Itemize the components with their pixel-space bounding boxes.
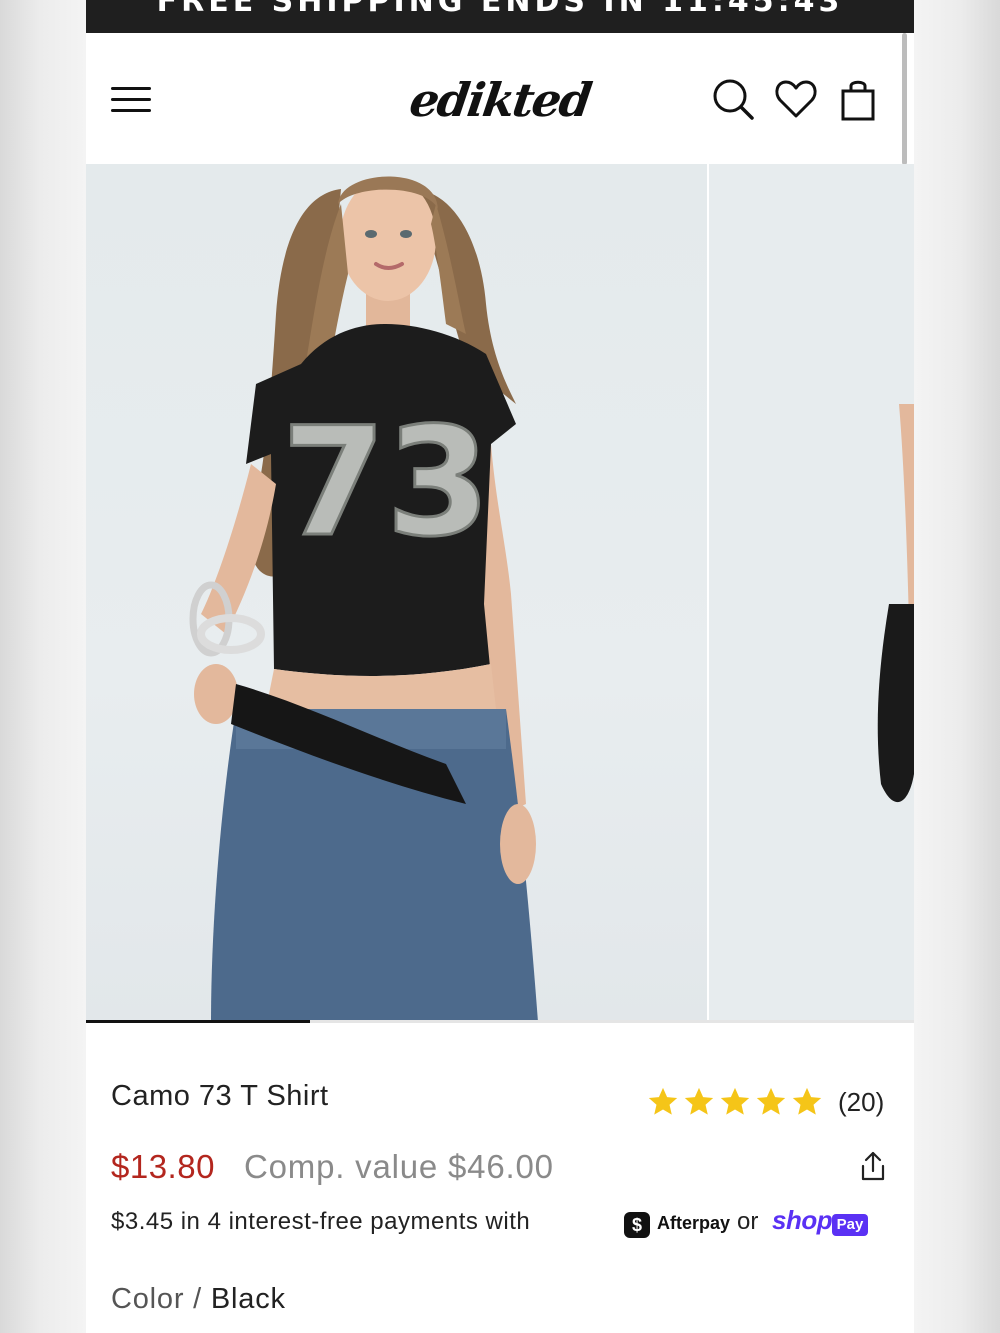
svg-text:73: 73 [282, 396, 491, 570]
or-text: or [737, 1208, 759, 1235]
hamburger-menu-icon[interactable] [111, 87, 151, 113]
compare-value: Comp. value $46.00 [244, 1148, 554, 1185]
shop-pay-label[interactable]: shop [772, 1205, 833, 1236]
star-icon [648, 1087, 678, 1115]
color-label-prefix: Color / [111, 1283, 203, 1315]
shopping-bag-icon[interactable] [836, 77, 880, 121]
star-icon [756, 1087, 786, 1115]
afterpay-badge[interactable]: $ [624, 1212, 650, 1238]
product-image-main[interactable]: 73 [86, 164, 707, 1022]
installments-text: $3.45 in 4 interest-free payments with [111, 1208, 531, 1235]
shop-pay-pill[interactable]: Pay [832, 1214, 868, 1236]
color-selector-label: Color / Black [111, 1283, 286, 1316]
review-count[interactable]: (20) [838, 1087, 884, 1118]
brand-logo[interactable]: edikted [381, 67, 618, 133]
gallery-progress-fill [86, 1020, 310, 1023]
star-icon [684, 1087, 714, 1115]
star-icon [720, 1087, 750, 1115]
gallery-progress-bar [86, 1020, 914, 1023]
product-image-gallery[interactable]: 73 [86, 164, 914, 1022]
afterpay-label[interactable]: Afterpay [657, 1213, 730, 1234]
search-icon[interactable] [711, 77, 755, 121]
announcement-text: FREE SHIPPING ENDS IN 11:45:43 [156, 0, 844, 19]
product-title: Camo 73 T Shirt [111, 1080, 329, 1112]
color-value: Black [210, 1283, 286, 1315]
phone-screen: FREE SHIPPING ENDS IN 11:45:43 edikted 7… [86, 0, 914, 1333]
star-rating[interactable] [646, 1084, 824, 1120]
sale-price: $13.80 [111, 1148, 215, 1185]
scrollbar[interactable] [902, 33, 907, 165]
share-icon[interactable] [856, 1150, 890, 1184]
product-image-next[interactable] [709, 164, 914, 1022]
heart-icon[interactable] [774, 77, 818, 121]
announcement-bar[interactable]: FREE SHIPPING ENDS IN 11:45:43 [86, 0, 914, 33]
model-photo-next [877, 404, 914, 803]
model-photo: 73 [189, 176, 538, 1022]
star-icon [792, 1087, 822, 1115]
site-header: edikted [86, 33, 914, 164]
